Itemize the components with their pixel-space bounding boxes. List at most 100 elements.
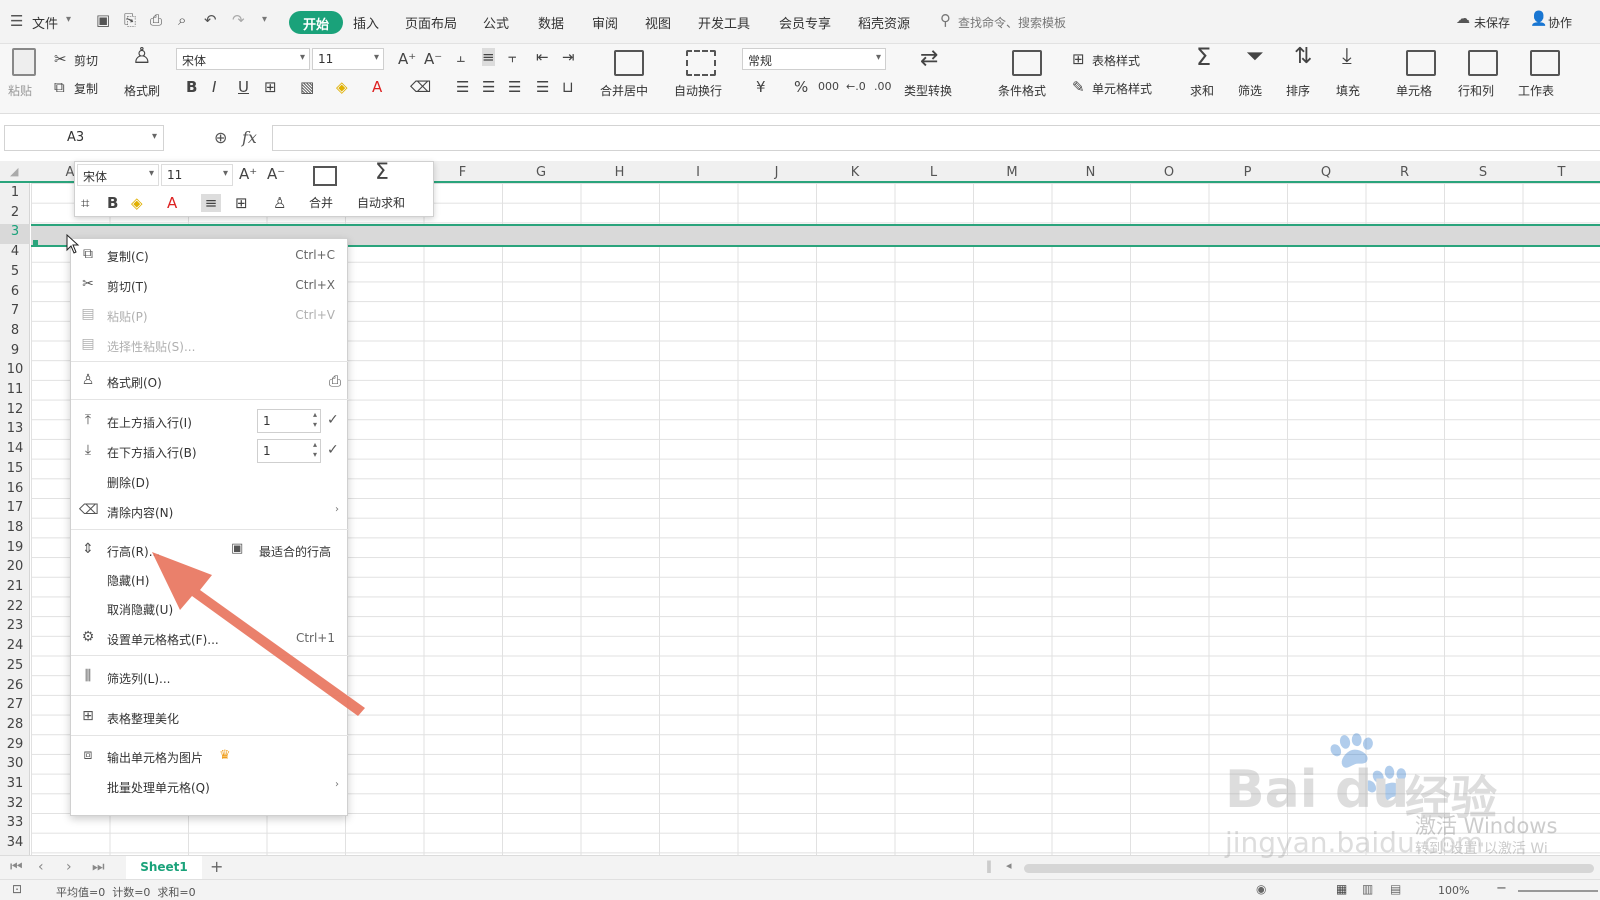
column-header-cell[interactable]: I	[659, 165, 737, 180]
column-header-cell[interactable]: H	[581, 165, 659, 180]
row-header-cell[interactable]: 1	[0, 185, 30, 205]
print-preview-icon[interactable]: ⌕	[178, 11, 186, 29]
row-header-cell[interactable]: 17	[0, 500, 30, 520]
font-name-select[interactable]: 宋体	[176, 48, 310, 70]
align-right-icon[interactable]: ☰	[508, 78, 521, 96]
filter-button[interactable]: 筛选	[1238, 82, 1262, 99]
row-header-cell[interactable]: 5	[0, 264, 30, 284]
mini-border-icon[interactable]: ⊞	[235, 194, 248, 212]
scroll-left-icon[interactable]: ◂	[1006, 859, 1012, 872]
row-header-cell[interactable]: 19	[0, 540, 30, 560]
export-icon[interactable]: ⎘	[124, 11, 136, 29]
collab-button[interactable]: 协作	[1548, 14, 1572, 31]
check-icon[interactable]: ✓	[327, 412, 339, 428]
column-header-cell[interactable]: F	[424, 165, 502, 180]
menu-paste-special[interactable]: ▤ 选择性粘贴(S)...	[71, 331, 349, 359]
quick-access-dropdown-icon[interactable]: ▾	[262, 14, 267, 25]
indent-decrease-icon[interactable]: ⇤	[536, 48, 549, 66]
fill-button[interactable]: 填充	[1336, 82, 1360, 99]
formula-input[interactable]	[272, 125, 1600, 151]
undo-icon[interactable]: ↶	[204, 11, 217, 29]
merge-center-button[interactable]: 合并居中	[600, 82, 648, 99]
row-header-cell[interactable]: 15	[0, 461, 30, 481]
zoom-slider[interactable]	[1518, 890, 1598, 892]
tab-insert[interactable]: 插入	[353, 13, 379, 32]
align-left-icon[interactable]: ☰	[456, 78, 469, 96]
mini-font-name-select[interactable]: 宋体	[77, 164, 159, 186]
menu-copy[interactable]: ⧉ 复制(C) Ctrl+C	[71, 241, 349, 269]
table-style-button[interactable]: 表格样式	[1092, 52, 1140, 69]
row-header-cell[interactable]: 10	[0, 362, 30, 382]
tab-home[interactable]: 开始	[289, 11, 344, 34]
row-header-cell[interactable]: 8	[0, 323, 30, 343]
row-header-cell[interactable]: 20	[0, 559, 30, 579]
distribute-icon[interactable]: ⊔	[562, 78, 574, 96]
increase-font-icon[interactable]: A⁺	[398, 50, 416, 68]
sum-icon[interactable]: Σ	[1196, 45, 1211, 69]
row-header-cell[interactable]: 2	[0, 205, 30, 225]
conditional-format-icon[interactable]	[1012, 50, 1042, 76]
macro-icon[interactable]: ⊡	[12, 882, 22, 896]
worksheet-button[interactable]: 工作表	[1518, 82, 1554, 99]
cells-icon[interactable]	[1406, 50, 1436, 76]
font-size-select[interactable]: 11	[312, 48, 384, 70]
row-header-cell[interactable]: 28	[0, 717, 30, 737]
column-header-cell[interactable]: G	[502, 165, 580, 180]
prev-sheet-icon[interactable]: ‹	[38, 859, 44, 875]
currency-button[interactable]: ¥	[756, 78, 766, 96]
column-header-cell[interactable]: Q	[1287, 165, 1365, 180]
menu-format-painter[interactable]: ♙ 格式刷(O) ⎙	[71, 367, 349, 395]
format-painter-button[interactable]: 格式刷	[124, 82, 160, 99]
mini-format-icon[interactable]: ⌗	[81, 194, 89, 212]
row-header-cell[interactable]: 23	[0, 618, 30, 638]
chevron-down-icon[interactable]: ▾	[66, 14, 71, 25]
row-header-cell[interactable]: 26	[0, 678, 30, 698]
name-box[interactable]: A3	[4, 125, 164, 151]
font-color-icon[interactable]: A	[372, 78, 382, 96]
tab-page-layout[interactable]: 页面布局	[405, 13, 457, 32]
row-header-cell[interactable]: 12	[0, 402, 30, 422]
type-convert-button[interactable]: 类型转换	[904, 82, 952, 99]
sum-button[interactable]: 求和	[1190, 82, 1214, 99]
decrease-font-icon[interactable]: A⁻	[424, 50, 442, 68]
wrap-text-button[interactable]: 自动换行	[674, 82, 722, 99]
mini-decrease-font-icon[interactable]: A⁻	[267, 165, 285, 183]
sort-button[interactable]: 排序	[1286, 82, 1310, 99]
fill-pattern-icon[interactable]: ▧	[300, 78, 314, 96]
merge-center-icon[interactable]	[614, 50, 644, 76]
row-header-cell[interactable]: 11	[0, 382, 30, 402]
scissors-icon[interactable]: ✂	[54, 50, 67, 68]
mini-merge-icon[interactable]	[313, 166, 337, 186]
select-all-corner[interactable]: ◢	[10, 165, 18, 178]
menu-delete[interactable]: 删除(D)	[71, 467, 349, 495]
check-icon[interactable]: ✓	[327, 442, 339, 458]
eraser-icon[interactable]: ⌫	[410, 78, 431, 96]
row-header-cell[interactable]: 9	[0, 343, 30, 363]
percent-button[interactable]: %	[794, 78, 808, 96]
tab-formulas[interactable]: 公式	[483, 13, 509, 32]
column-header-cell[interactable]: J	[738, 165, 816, 180]
increase-decimal-icon[interactable]: ←.0	[846, 78, 866, 96]
cut-button[interactable]: 剪切	[74, 52, 98, 69]
mini-font-color-icon[interactable]: A	[167, 194, 177, 212]
mini-fill-color-icon[interactable]: ◈	[131, 194, 143, 212]
italic-button[interactable]: I	[212, 78, 216, 96]
row-header-cell[interactable]: 29	[0, 737, 30, 757]
row-header-cell[interactable]: 18	[0, 520, 30, 540]
format-painter-pin-icon[interactable]: ⎙	[329, 372, 341, 390]
rows-cols-icon[interactable]	[1468, 50, 1498, 76]
wrap-text-icon[interactable]	[686, 50, 716, 76]
column-header-cell[interactable]: S	[1444, 165, 1522, 180]
row-header-cell[interactable]: 13	[0, 421, 30, 441]
fill-handle[interactable]	[33, 240, 38, 245]
insert-below-count[interactable]: 1	[257, 439, 321, 463]
column-header-cell[interactable]: O	[1130, 165, 1208, 180]
insert-above-count[interactable]: 1	[257, 409, 321, 433]
align-middle-icon[interactable]: ≡	[482, 48, 495, 66]
tab-view[interactable]: 视图	[645, 13, 671, 32]
add-sheet-button[interactable]: +	[210, 857, 223, 876]
row-header-cell[interactable]: 3	[0, 224, 30, 245]
row-header-cell[interactable]: 32	[0, 796, 30, 816]
tab-developer[interactable]: 开发工具	[698, 13, 750, 32]
mini-increase-font-icon[interactable]: A⁺	[239, 165, 257, 183]
